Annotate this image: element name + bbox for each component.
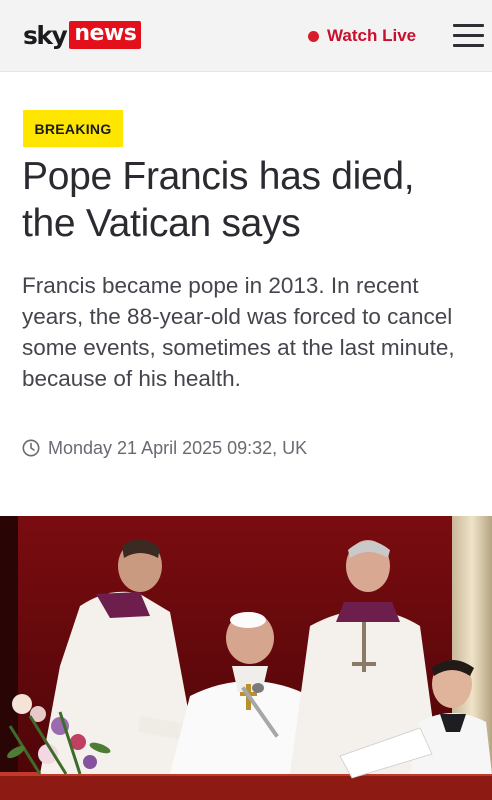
sky-news-logo[interactable]: sky news: [23, 18, 142, 52]
article-page: sky news Watch Live BREAKING Pope Franci…: [0, 0, 492, 800]
clock-icon: [22, 439, 40, 457]
article-photo[interactable]: [0, 516, 492, 800]
site-header: sky news Watch Live: [0, 0, 492, 72]
article-timestamp: Monday 21 April 2025 09:32, UK: [22, 436, 307, 460]
hamburger-menu-icon[interactable]: [453, 22, 484, 50]
article-headline: Pope Francis has died, the Vatican says: [22, 155, 415, 245]
logo-sky-text: sky: [23, 20, 68, 50]
photo-illustration: [0, 516, 492, 800]
watch-live-label: Watch Live: [327, 26, 417, 45]
article-standfirst: Francis became pope in 2013. In recent y…: [22, 273, 455, 391]
live-dot-icon: [308, 30, 319, 42]
timestamp-text: Monday 21 April 2025 09:32, UK: [48, 437, 308, 458]
watch-live-button[interactable]: Watch Live: [308, 23, 416, 49]
logo-news-text: news: [69, 20, 142, 50]
breaking-badge: BREAKING: [23, 110, 123, 147]
